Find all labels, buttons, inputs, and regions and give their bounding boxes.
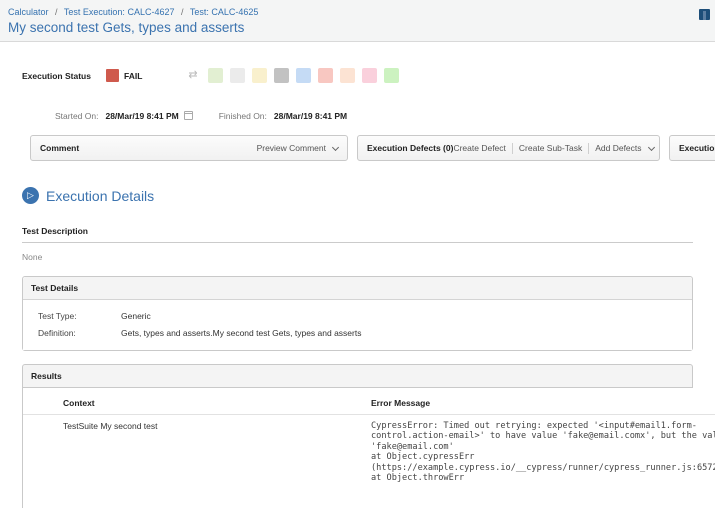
divider: [512, 143, 513, 154]
page-title: My second test Gets, types and asserts: [8, 20, 715, 35]
create-defect-button[interactable]: Create Defect: [453, 143, 505, 153]
error-message-text: CypressError: Timed out retrying: expect…: [371, 421, 715, 483]
definition-label: Definition:: [38, 325, 121, 342]
page-header: Calculator / Test Execution: CALC-4627 /…: [0, 0, 715, 42]
status-color-swatch[interactable]: [274, 68, 289, 83]
test-type-value: Generic: [121, 308, 151, 325]
execution-defects-panel: Execution Defects (0) Create Defect Crea…: [357, 135, 660, 161]
execution-details-title: Execution Details: [46, 188, 154, 204]
breadcrumb-link-calculator[interactable]: Calculator: [8, 7, 49, 17]
test-details-title: Test Details: [23, 277, 692, 300]
result-context-cell: TestSuite My second test: [23, 421, 371, 483]
status-color-swatch[interactable]: [340, 68, 355, 83]
panels-row: Comment Preview Comment Execution Defect…: [30, 135, 715, 161]
test-description-value: None: [22, 252, 693, 262]
execution-status-label: Execution Status: [22, 71, 91, 81]
status-palette: [208, 68, 406, 83]
breadcrumb-separator: /: [55, 7, 58, 17]
started-on-value: 28/Mar/19 8:41 PM: [105, 111, 178, 121]
add-defects-button[interactable]: Add Defects: [595, 143, 641, 153]
results-table: Context Error Message TestSuite My secon…: [22, 388, 715, 508]
status-color-swatch[interactable]: [296, 68, 311, 83]
execution-status-row: Execution Status FAIL ⇄: [22, 68, 715, 83]
started-on-label: Started On:: [55, 111, 98, 121]
breadcrumb-link-test[interactable]: Test: CALC-4625: [190, 7, 259, 17]
status-color-swatch[interactable]: [230, 68, 245, 83]
test-description-title: Test Description: [22, 226, 693, 243]
context-column-header: Context: [23, 398, 371, 408]
calendar-icon[interactable]: [184, 111, 193, 120]
error-message-column-header: Error Message: [371, 398, 715, 408]
chevron-down-icon[interactable]: [647, 143, 654, 150]
execution-details-heading: ▷ Execution Details: [22, 187, 715, 204]
execution-evidence-title: Execution Evidence: [679, 143, 715, 153]
status-color-swatch[interactable]: [252, 68, 267, 83]
test-type-label: Test Type:: [38, 308, 121, 325]
definition-row: Definition: Gets, types and asserts.My s…: [23, 325, 692, 342]
comment-panel-title: Comment: [40, 143, 79, 153]
status-color-swatch[interactable]: [362, 68, 377, 83]
definition-value: Gets, types and asserts.My second test G…: [121, 325, 361, 342]
execution-defects-title: Execution Defects (0): [367, 143, 453, 153]
breadcrumb-link-test-execution[interactable]: Test Execution: CALC-4627: [64, 7, 175, 17]
results-title: Results: [22, 364, 693, 388]
chevron-down-icon[interactable]: [332, 143, 339, 150]
test-type-row: Test Type: Generic: [23, 308, 692, 325]
results-table-header: Context Error Message: [23, 398, 715, 415]
test-description-section: Test Description None: [22, 226, 693, 262]
status-value: FAIL: [124, 71, 142, 81]
status-color-swatch[interactable]: [384, 68, 399, 83]
status-color-swatch[interactable]: [318, 68, 333, 83]
export-icon[interactable]: [699, 9, 710, 20]
play-icon: ▷: [22, 187, 39, 204]
create-subtask-button[interactable]: Create Sub-Task: [519, 143, 582, 153]
change-status-arrows-icon[interactable]: ⇄: [188, 70, 197, 81]
result-error-cell: CypressError: Timed out retrying: expect…: [371, 421, 715, 483]
breadcrumb: Calculator / Test Execution: CALC-4627 /…: [8, 7, 715, 17]
execution-times-row: Started On: 28/Mar/19 8:41 PM Finished O…: [55, 109, 715, 122]
preview-comment-button[interactable]: Preview Comment: [257, 143, 326, 153]
execution-evidence-panel: Execution Evidence: [669, 135, 715, 161]
status-color-swatch[interactable]: [208, 68, 223, 83]
table-row: TestSuite My second test CypressError: T…: [23, 415, 715, 483]
finished-on-label: Finished On:: [219, 111, 267, 121]
status-fail-swatch: [106, 69, 119, 82]
test-details-panel: Test Details Test Type: Generic Definiti…: [22, 276, 693, 351]
comment-panel: Comment Preview Comment: [30, 135, 348, 161]
breadcrumb-separator: /: [181, 7, 184, 17]
divider: [588, 143, 589, 154]
finished-on-value: 28/Mar/19 8:41 PM: [274, 111, 347, 121]
